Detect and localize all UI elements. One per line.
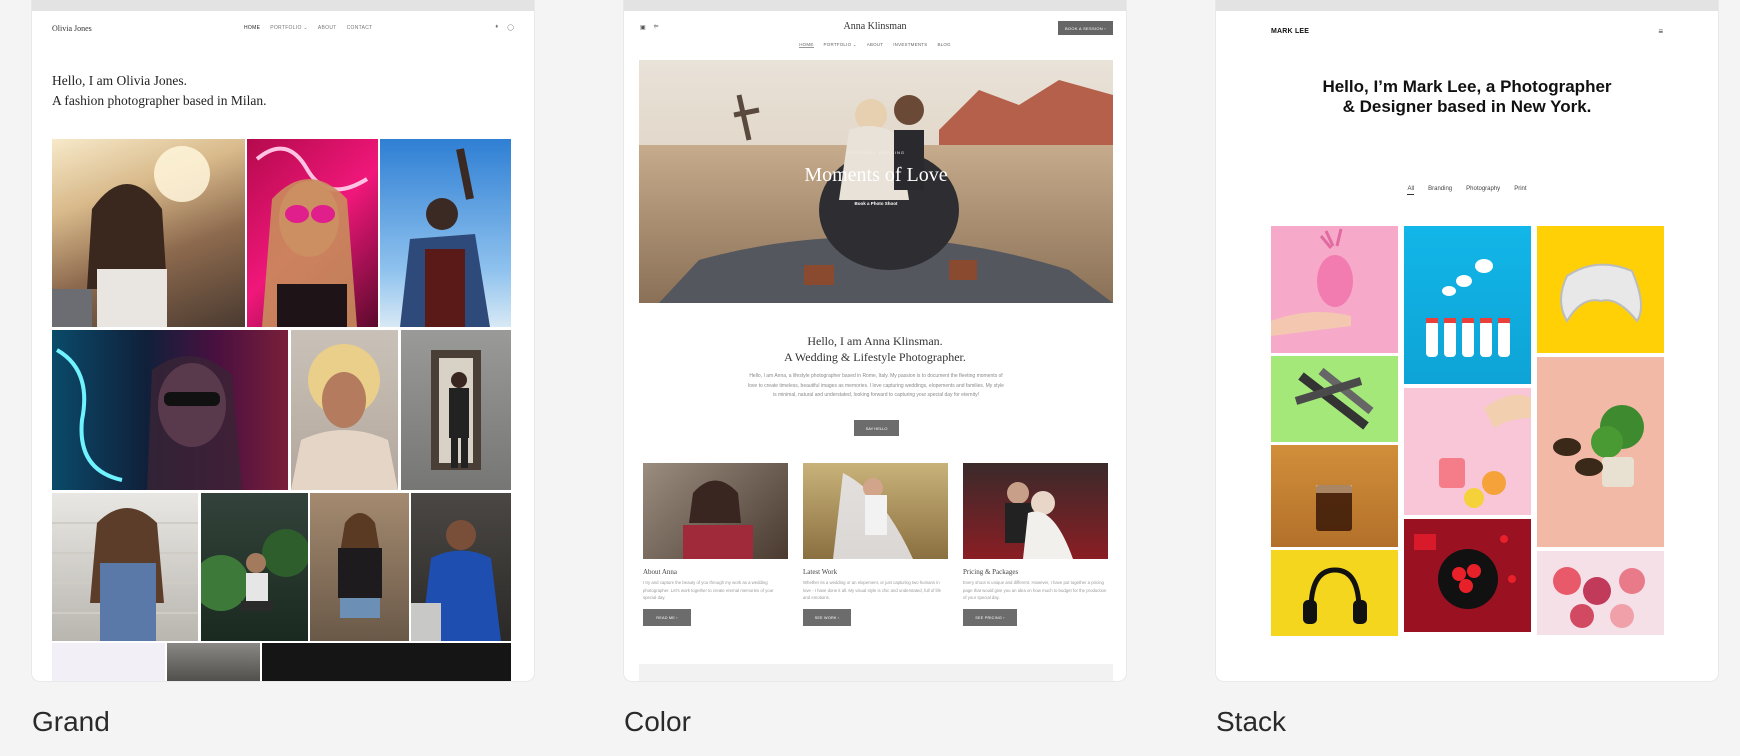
column-text: Whether its a wedding or an elopement, o… bbox=[803, 580, 942, 600]
twitter-icon: ♦ bbox=[495, 24, 499, 30]
color-column-about: About Anna I try and capture the beauty … bbox=[643, 463, 788, 626]
grand-photo-partial-1 bbox=[52, 643, 165, 681]
color-nav-blog: BLOG bbox=[937, 42, 951, 47]
color-intro: Hello, I am Anna Klinsman. A Wedding & L… bbox=[624, 333, 1126, 365]
read-me-button: READ ME › bbox=[643, 609, 691, 626]
color-nav: HOME PORTFOLIO ⌄ ABOUT INVESTMENTS BLOG bbox=[624, 42, 1126, 48]
color-nav-investments: INVESTMENTS bbox=[893, 42, 928, 47]
book-session-button: BOOK A SESSION › bbox=[1058, 21, 1113, 35]
grand-photo-doorway bbox=[401, 330, 511, 490]
color-site-name: Anna Klinsman bbox=[843, 21, 907, 32]
hero-kicker: PERSONAL WEDDING bbox=[846, 150, 906, 155]
grand-social: ♦ ◯ bbox=[495, 24, 514, 31]
color-footer-strip bbox=[639, 664, 1113, 681]
column-text: I try and capture the beauty of you thro… bbox=[643, 580, 774, 600]
stack-tile-gamepad bbox=[1537, 226, 1664, 353]
grand-intro: Hello, I am Olivia Jones. A fashion phot… bbox=[52, 71, 266, 111]
stack-site-name: MARK LEE bbox=[1271, 28, 1310, 35]
tab-print: Print bbox=[1514, 186, 1527, 192]
stack-filter-tabs: All Branding Photography Print bbox=[1216, 186, 1718, 195]
grand-nav-portfolio: PORTFOLIO ⌄ bbox=[270, 25, 308, 31]
stack-tile-citrus bbox=[1404, 388, 1531, 515]
see-pricing-button: SEE PRICING › bbox=[963, 609, 1017, 626]
color-column-pricing: Pricing & Packages Every shoot is unique… bbox=[963, 463, 1108, 626]
grand-site-name: Olivia Jones bbox=[52, 24, 92, 33]
color-intro-body: Hello, I am Anna, a lifestyle photograph… bbox=[748, 373, 1004, 398]
template-label-grand[interactable]: Grand bbox=[32, 706, 110, 738]
template-card-stack[interactable]: MARK LEE ≡ Hello, I’m Mark Lee, a Photog… bbox=[1216, 0, 1718, 681]
color-intro-line-1: Hello, I am Anna Klinsman. bbox=[807, 334, 943, 348]
grand-header: Olivia Jones HOME PORTFOLIO ⌄ ABOUT CONT… bbox=[52, 22, 514, 36]
color-hero-image: PERSONAL WEDDING Moments of Love Book a … bbox=[639, 60, 1113, 303]
grand-nav: HOME PORTFOLIO ⌄ ABOUT CONTACT bbox=[244, 25, 373, 31]
preview-top-bar bbox=[1216, 0, 1718, 11]
tab-branding: Branding bbox=[1428, 186, 1453, 192]
color-nav-portfolio: PORTFOLIO ⌄ bbox=[823, 42, 857, 47]
instagram-icon: ◯ bbox=[507, 25, 514, 31]
grand-photo-garden bbox=[201, 493, 308, 641]
stack-tile-bonsai-sunglasses bbox=[1537, 357, 1664, 547]
stack-tile-pineapple bbox=[1271, 226, 1398, 353]
stack-tile-milk-bottles bbox=[1404, 226, 1531, 384]
stack-tile-knives bbox=[1271, 356, 1398, 442]
grand-photo-street-portrait bbox=[52, 139, 245, 327]
grand-intro-line-1: Hello, I am Olivia Jones. bbox=[52, 73, 187, 88]
column-title: About Anna bbox=[643, 568, 678, 576]
stack-headline: Hello, I’m Mark Lee, a Photographer & De… bbox=[1322, 77, 1612, 116]
see-work-button: SEE WORK › bbox=[803, 609, 851, 626]
preview-top-bar bbox=[624, 0, 1126, 11]
grand-photo-neon-tube bbox=[52, 330, 288, 490]
about-photo bbox=[643, 463, 788, 559]
stack-tile-strawberries bbox=[1404, 519, 1531, 632]
latest-work-photo bbox=[803, 463, 948, 559]
hamburger-menu-icon: ≡ bbox=[1658, 27, 1663, 36]
grand-nav-about: ABOUT bbox=[317, 25, 337, 31]
grand-photo-curly-hair bbox=[291, 330, 398, 490]
grand-photo-sky-man bbox=[380, 139, 511, 327]
grand-intro-line-2: A fashion photographer based in Milan. bbox=[52, 93, 267, 108]
say-hello-button: SAY HELLO bbox=[854, 420, 899, 436]
grand-photo-neon-sunglasses bbox=[247, 139, 378, 327]
template-card-grand[interactable]: Olivia Jones HOME PORTFOLIO ⌄ ABOUT CONT… bbox=[32, 0, 534, 681]
template-label-stack[interactable]: Stack bbox=[1216, 706, 1286, 738]
tab-all: All bbox=[1407, 186, 1415, 195]
color-intro-line-2: A Wedding & Lifestyle Photographer. bbox=[784, 350, 966, 364]
hero-title: Moments of Love bbox=[804, 164, 948, 186]
tab-photography: Photography bbox=[1466, 186, 1501, 192]
grand-photo-stairs bbox=[52, 493, 198, 641]
color-column-work: Latest Work Whether its a wedding or an … bbox=[803, 463, 948, 626]
template-card-color[interactable]: ▣ ⥢ Anna Klinsman BOOK A SESSION › HOME … bbox=[624, 0, 1126, 681]
grand-photo-tshirt bbox=[310, 493, 409, 641]
column-title: Latest Work bbox=[803, 568, 838, 576]
column-text: Every shoot is unique and different. How… bbox=[963, 580, 1107, 600]
template-label-color[interactable]: Color bbox=[624, 706, 691, 738]
hero-cta: Book a Photo Shoot bbox=[854, 201, 898, 206]
preview-top-bar bbox=[32, 0, 534, 11]
grand-photo-partial-3 bbox=[262, 643, 511, 681]
stack-tile-iced-drink bbox=[1271, 445, 1398, 547]
stack-tile-fruit-slices bbox=[1537, 551, 1664, 635]
pricing-photo bbox=[963, 463, 1108, 559]
grand-photo-partial-2 bbox=[167, 643, 260, 681]
color-nav-about: ABOUT bbox=[866, 42, 884, 47]
column-title: Pricing & Packages bbox=[963, 568, 1019, 576]
grand-nav-contact: CONTACT bbox=[346, 25, 373, 31]
stack-tile-headphones bbox=[1271, 550, 1398, 636]
color-nav-home: HOME bbox=[799, 42, 814, 48]
grand-nav-home: HOME bbox=[244, 25, 261, 31]
grand-photo-blue-jacket bbox=[411, 493, 511, 641]
